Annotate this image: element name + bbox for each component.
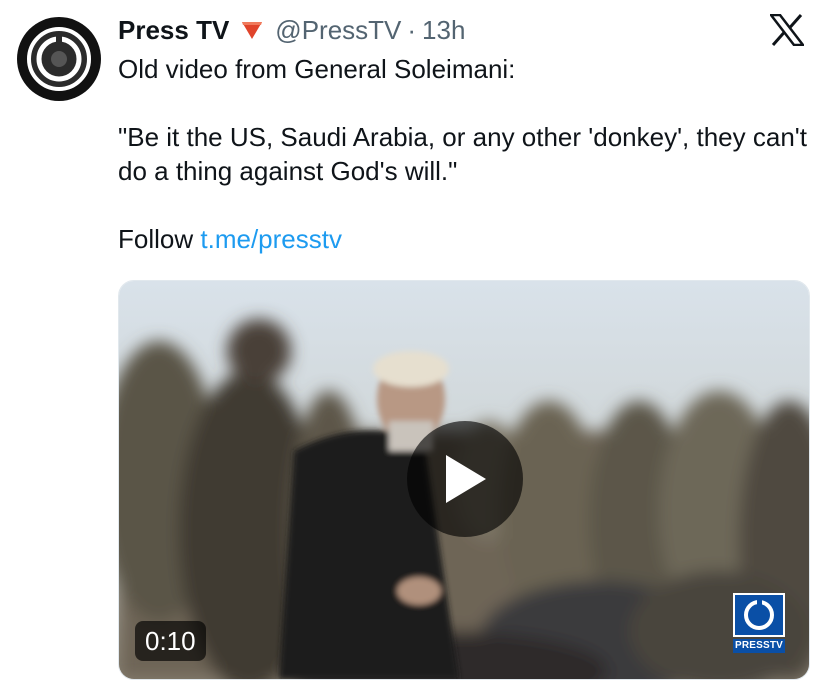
separator-dot: · <box>407 14 417 45</box>
video-duration: 0:10 <box>135 621 206 661</box>
play-icon <box>446 455 486 503</box>
tweet-header: Press TV @PressTV · 13h <box>118 12 465 48</box>
display-name[interactable]: Press TV <box>118 15 229 46</box>
telegram-link[interactable]: t.me/presstv <box>200 224 342 254</box>
timestamp[interactable]: 13h <box>422 15 465 46</box>
presstv-watermark: PRESSTV <box>733 593 785 659</box>
red-triangle-down-icon <box>241 20 263 40</box>
x-logo-icon[interactable] <box>768 13 806 47</box>
tweet-text: Old video from General Soleimani: "Be it… <box>118 52 818 256</box>
presstv-logo-icon <box>27 27 91 91</box>
avatar[interactable] <box>17 17 101 101</box>
watermark-label: PRESSTV <box>733 639 785 653</box>
follow-line: Follow t.me/presstv <box>118 222 818 256</box>
play-button[interactable] <box>407 421 523 537</box>
tweet-text-line: Old video from General Soleimani: <box>118 54 516 84</box>
follow-label: Follow <box>118 224 194 254</box>
tweet-quote: "Be it the US, Saudi Arabia, or any othe… <box>118 122 807 186</box>
video-player[interactable]: 0:10 PRESSTV <box>118 280 810 680</box>
handle[interactable]: @PressTV <box>275 15 401 46</box>
tweet-card: Press TV @PressTV · 13h Old video from G… <box>0 0 828 688</box>
presstv-watermark-icon <box>744 600 774 630</box>
previous-tweet-edge <box>60 0 320 6</box>
